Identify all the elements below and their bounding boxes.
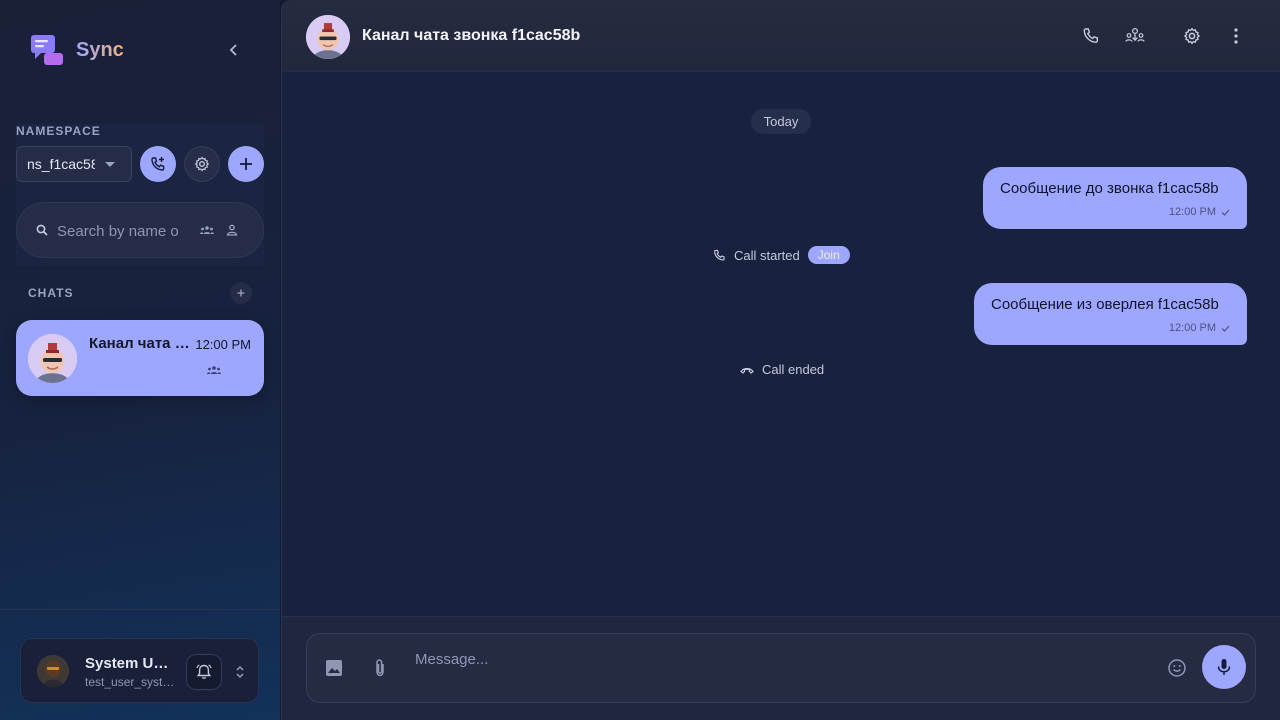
user-avatar[interactable]	[37, 655, 69, 687]
chevron-left-icon	[229, 44, 237, 56]
voice-record-button[interactable]	[1202, 645, 1246, 689]
day-separator: Today	[751, 109, 811, 134]
message-bubble[interactable]: Сообщение из оверлея f1cac58b 12:00 PM	[974, 283, 1247, 345]
chat-header: Канал чата звонка f1cac58b	[282, 0, 1280, 72]
plus-icon	[240, 158, 252, 170]
call-started-event: Call started Join	[713, 246, 850, 264]
call-ended-label: Call ended	[762, 362, 825, 377]
check-icon	[1221, 209, 1230, 216]
user-card: System User test_user_system	[20, 638, 259, 703]
gear-icon	[1183, 27, 1201, 45]
caret-down-icon	[105, 162, 115, 167]
namespace-panel: NAMESPACE ns_f1cac58b	[16, 124, 264, 266]
namespace-settings-button[interactable]	[184, 146, 220, 182]
message-meta: 12:00 PM	[1169, 322, 1230, 334]
join-call-button[interactable]: Join	[807, 246, 850, 264]
person-filter-icon[interactable]	[225, 223, 239, 237]
bell-icon	[196, 664, 212, 679]
message-time: 12:00 PM	[1168, 206, 1216, 218]
namespace-label: NAMESPACE	[16, 124, 101, 138]
more-options-button[interactable]	[1224, 24, 1248, 48]
message-meta: 12:00 PM	[1169, 206, 1230, 218]
chat-settings-button[interactable]	[1180, 24, 1204, 48]
notifications-button[interactable]	[186, 654, 222, 690]
chat-bubbles-logo-icon	[30, 33, 64, 67]
user-name: System User	[85, 655, 175, 672]
phone-icon	[1083, 28, 1098, 43]
add-call-button[interactable]	[140, 146, 176, 182]
plus-icon	[237, 289, 245, 297]
call-ended-event: Call ended	[740, 362, 824, 377]
brand-name: Sync	[76, 38, 124, 61]
members-icon	[1125, 27, 1145, 42]
emoji-icon[interactable]	[1167, 658, 1187, 678]
search-box	[16, 202, 264, 258]
group-filter-icon[interactable]	[199, 223, 215, 237]
chat-time: 12:00 PM	[195, 337, 251, 352]
attachment-icon[interactable]	[373, 658, 387, 678]
microphone-icon	[1217, 659, 1231, 675]
add-namespace-button[interactable]	[228, 146, 264, 182]
chat-title: Канал чата звонка f1cac58b	[89, 335, 193, 352]
call-started-label: Call started	[734, 247, 800, 263]
phone-icon	[714, 249, 725, 261]
message-input[interactable]	[415, 648, 1155, 670]
call-button[interactable]	[1079, 24, 1103, 48]
group-icon	[207, 366, 221, 374]
user-subtitle: test_user_system	[85, 675, 175, 689]
message-bubble[interactable]: Сообщение до звонка f1cac58b 12:00 PM	[983, 167, 1247, 229]
message-text: Сообщение до звонка f1cac58b	[1000, 180, 1219, 197]
members-button[interactable]	[1123, 24, 1147, 48]
chat-avatar[interactable]	[306, 15, 350, 59]
sidebar-divider	[0, 609, 280, 610]
message-time: 12:00 PM	[1168, 322, 1216, 334]
expand-user-menu-button[interactable]	[233, 663, 247, 681]
chevron-up-down-icon	[236, 666, 244, 678]
brand: Sync	[30, 33, 124, 67]
add-chat-button[interactable]	[230, 282, 252, 304]
avatar	[28, 334, 77, 383]
namespace-select[interactable]: ns_f1cac58b	[16, 146, 132, 182]
phone-plus-icon	[151, 157, 165, 171]
sidebar: Sync NAMESPACE ns_f1cac58b	[0, 0, 280, 720]
search-icon	[36, 224, 48, 236]
search-input[interactable]	[57, 219, 181, 243]
call-end-icon	[740, 367, 754, 374]
chats-label: CHATS	[28, 286, 74, 300]
collapse-sidebar-button[interactable]	[224, 40, 244, 60]
chat-title: Канал чата звонка f1cac58b	[362, 27, 581, 44]
chat-list-item[interactable]: Канал чата звонка f1cac58b 12:00 PM	[16, 320, 264, 396]
message-composer	[306, 633, 1256, 703]
chat-main: Канал чата звонка f1cac58b Today Сообщен…	[281, 0, 1280, 720]
namespace-value: ns_f1cac58b	[27, 156, 95, 172]
message-text: Сообщение из оверлея f1cac58b	[991, 296, 1219, 313]
check-icon	[1221, 325, 1230, 332]
more-vertical-icon	[1234, 28, 1238, 44]
gear-icon	[194, 156, 210, 172]
image-icon[interactable]	[325, 659, 343, 677]
